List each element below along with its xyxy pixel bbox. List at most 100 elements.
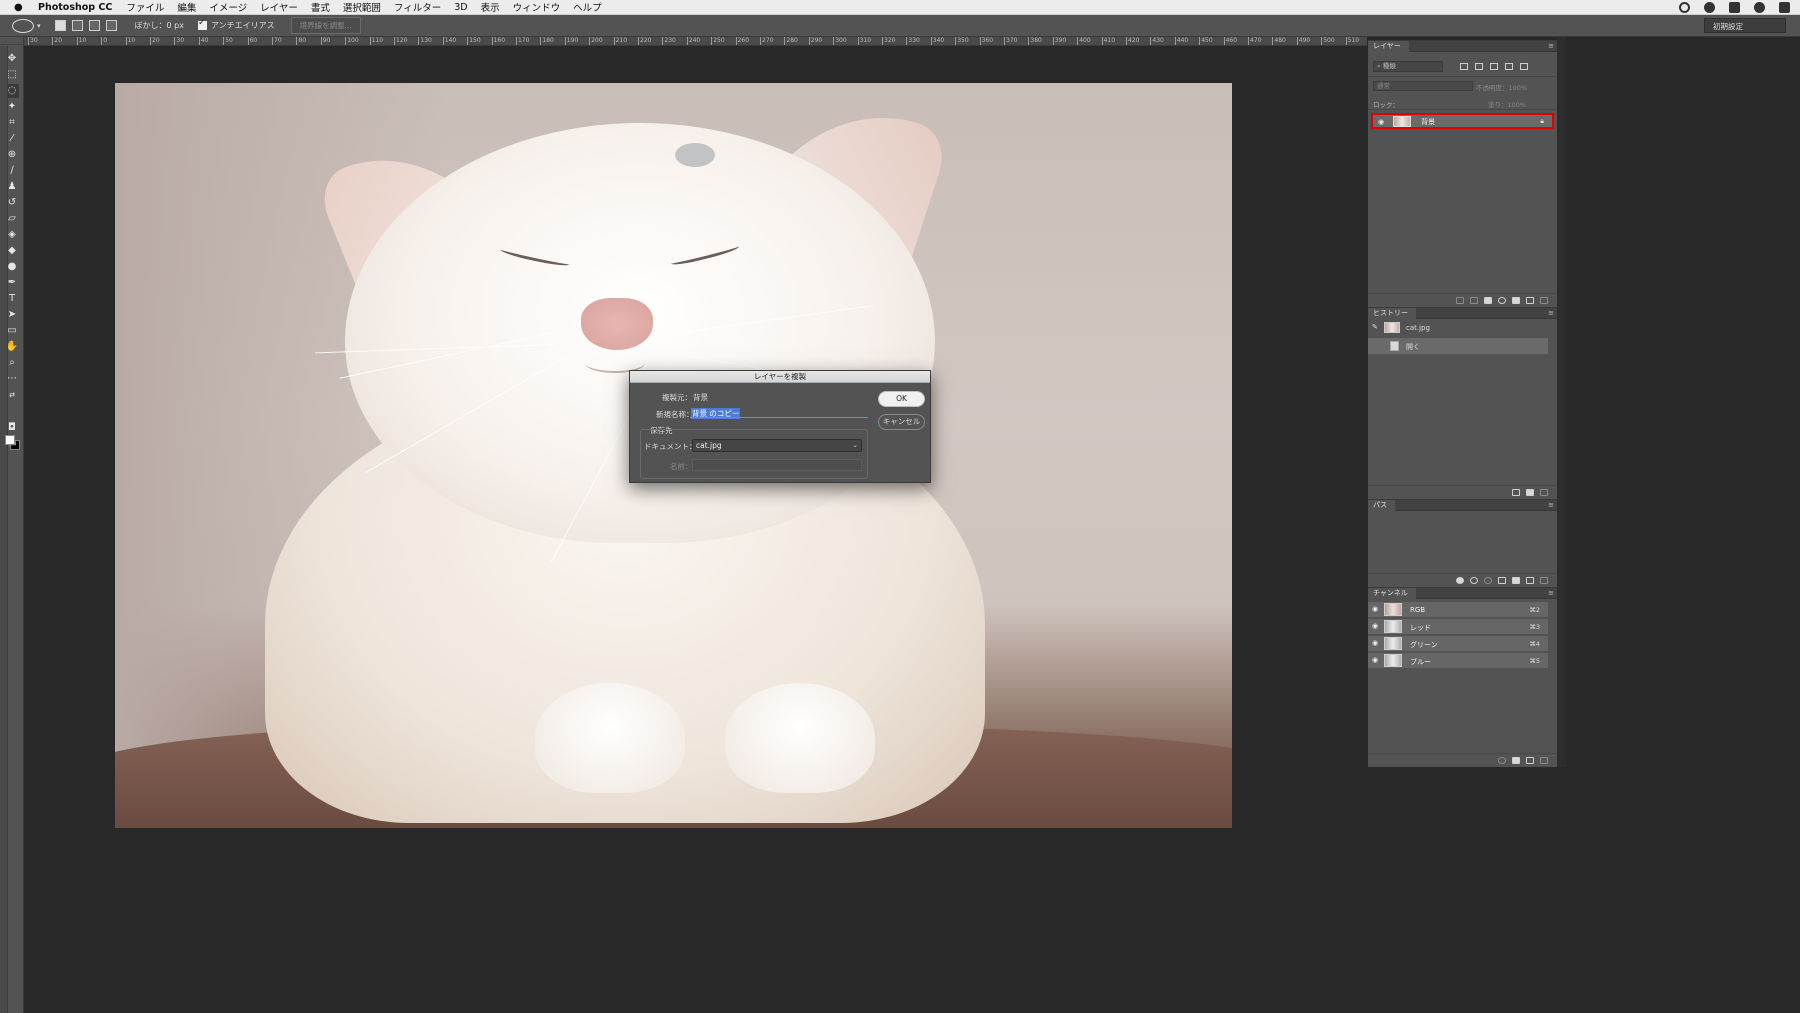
intersect-selection-mode-button[interactable] <box>105 20 117 31</box>
history-snapshot-row[interactable]: ✎ cat.jpg <box>1368 320 1548 336</box>
opacity-field[interactable]: 不透明度：100% <box>1476 82 1527 92</box>
menu-view[interactable]: 表示 <box>481 0 500 14</box>
menu-help[interactable]: ヘルプ <box>573 0 602 14</box>
new-snapshot-icon[interactable] <box>1526 489 1534 496</box>
lock-icon[interactable]: 🔒︎ <box>1540 117 1544 126</box>
adjustment-layer-icon[interactable] <box>1498 297 1506 304</box>
layer-filter-select[interactable]: ⌕ 種類 <box>1373 61 1443 72</box>
filter-adjustment-icon[interactable] <box>1475 63 1483 70</box>
new-document-from-state-icon[interactable] <box>1512 489 1520 496</box>
panel-dock-scrollbar[interactable] <box>1557 37 1566 767</box>
history-brush-source-icon[interactable]: ✎ <box>1372 323 1378 331</box>
volume-icon[interactable] <box>1704 2 1715 13</box>
history-state-row[interactable]: 開く <box>1368 338 1548 354</box>
delete-path-icon[interactable] <box>1540 577 1548 584</box>
delete-layer-icon[interactable] <box>1540 297 1548 304</box>
load-channel-as-selection-icon[interactable] <box>1498 757 1506 764</box>
cancel-button[interactable]: キャンセル <box>878 414 925 430</box>
menu-edit[interactable]: 編集 <box>177 0 196 14</box>
blend-mode-select[interactable]: 通常 <box>1373 81 1473 91</box>
chevron-down-icon[interactable]: ▾ <box>37 22 41 30</box>
tab-history[interactable]: ヒストリー <box>1368 308 1416 319</box>
menu-app-name[interactable]: Photoshop CC <box>38 2 112 13</box>
channel-row-green[interactable]: ◉ グリーン ⌘4 <box>1368 636 1548 652</box>
tab-paths[interactable]: パス <box>1368 500 1395 511</box>
panel-menu-icon[interactable]: ≡ <box>1548 42 1554 50</box>
filter-smart-object-icon[interactable] <box>1520 63 1528 70</box>
history-state-label: 開く <box>1406 343 1420 351</box>
layer-style-fx-icon[interactable] <box>1470 297 1478 304</box>
refine-edge-button[interactable]: 境界線を調整... <box>290 17 361 34</box>
ruler-tick-label: 20 <box>150 37 160 45</box>
layer-thumbnail <box>1393 116 1411 127</box>
ruler-tick-label: 10 <box>76 37 87 45</box>
visibility-eye-icon[interactable]: ◉ <box>1372 622 1378 630</box>
visibility-eye-icon[interactable]: ◉ <box>1378 118 1384 126</box>
layers-tab-bar: レイヤー ≡ <box>1368 41 1558 52</box>
visibility-eye-icon[interactable]: ◉ <box>1372 605 1378 613</box>
ruler-tick-label: 230 <box>662 37 676 45</box>
panel-menu-icon[interactable]: ≡ <box>1548 589 1554 597</box>
canvas-area[interactable] <box>24 46 1367 1013</box>
layer-row-background[interactable]: ◉ 背景 🔒︎ <box>1371 113 1554 129</box>
menu-layer[interactable]: レイヤー <box>260 0 298 14</box>
ruler-tick-label: 400 <box>1077 37 1091 45</box>
menu-3d[interactable]: 3D <box>454 2 467 13</box>
antialias-checkbox[interactable] <box>197 18 207 30</box>
menu-select[interactable]: 選択範囲 <box>343 0 381 14</box>
filter-shape-icon[interactable] <box>1505 63 1513 70</box>
menu-image[interactable]: イメージ <box>209 0 247 14</box>
new-selection-mode-button[interactable] <box>54 20 66 31</box>
delete-state-icon[interactable] <box>1540 489 1548 496</box>
subtract-selection-mode-button[interactable] <box>88 20 100 31</box>
link-layers-icon[interactable] <box>1456 297 1464 304</box>
make-work-path-icon[interactable] <box>1498 577 1506 584</box>
lasso-preset-icon[interactable] <box>12 18 34 33</box>
channel-row-red[interactable]: ◉ レッド ⌘3 <box>1368 619 1548 635</box>
menu-window[interactable]: ウィンドウ <box>513 0 561 14</box>
ok-button[interactable]: OK <box>878 391 925 407</box>
visibility-eye-icon[interactable]: ◉ <box>1372 639 1378 647</box>
save-selection-as-channel-icon[interactable] <box>1512 757 1520 764</box>
feather-field[interactable]: ぼかし：0 px <box>135 20 184 31</box>
document-select-value: cat.jpg <box>696 441 722 450</box>
ruler-tick-label: 480 <box>1272 37 1286 45</box>
dialog-title[interactable]: レイヤーを複製 <box>630 371 930 383</box>
menu-file[interactable]: ファイル <box>126 0 164 14</box>
visibility-eye-icon[interactable]: ◉ <box>1372 656 1378 664</box>
notification-list-icon[interactable] <box>1779 2 1790 13</box>
keyboard-input-icon[interactable] <box>1729 2 1740 13</box>
stroke-path-icon[interactable] <box>1470 577 1478 584</box>
new-channel-icon[interactable] <box>1526 757 1534 764</box>
menu-filter[interactable]: フィルター <box>394 0 441 14</box>
new-path-icon[interactable] <box>1526 577 1534 584</box>
panel-menu-icon[interactable]: ≡ <box>1548 501 1554 509</box>
document-select[interactable]: cat.jpg ⌄ <box>692 439 862 452</box>
fill-path-icon[interactable] <box>1456 577 1464 584</box>
load-path-as-selection-icon[interactable] <box>1484 577 1492 584</box>
menu-type[interactable]: 書式 <box>311 0 330 14</box>
channel-row-rgb[interactable]: ◉ RGB ⌘2 <box>1368 602 1548 618</box>
new-group-icon[interactable] <box>1512 297 1520 304</box>
history-panel: ヒストリー ≡ ✎ cat.jpg 開く <box>1368 307 1558 499</box>
filter-type-icon[interactable] <box>1490 63 1498 70</box>
photoshop-window: { "menubar": { "app_name": "Photoshop CC… <box>0 0 1800 1013</box>
add-mask-icon[interactable] <box>1484 297 1492 304</box>
workspace-switcher[interactable]: 初期設定 <box>1704 18 1786 33</box>
apple-icon[interactable]: ● <box>14 2 28 13</box>
delete-channel-icon[interactable] <box>1540 757 1548 764</box>
add-mask-icon[interactable] <box>1512 577 1520 584</box>
creative-cloud-icon[interactable] <box>1679 2 1690 13</box>
tab-channels[interactable]: チャンネル <box>1368 588 1416 599</box>
spotlight-search-icon[interactable] <box>1754 2 1765 13</box>
channel-row-blue[interactable]: ◉ ブルー ⌘5 <box>1368 653 1548 669</box>
foreground-color-swatch[interactable] <box>5 435 15 445</box>
new-layer-icon[interactable] <box>1526 297 1534 304</box>
fill-field[interactable]: 塗り：100% <box>1488 99 1526 109</box>
tab-layers[interactable]: レイヤー <box>1368 41 1409 52</box>
toolbar-grip[interactable] <box>0 37 23 45</box>
panel-menu-icon[interactable]: ≡ <box>1548 309 1554 317</box>
ruler-tick-label: 370 <box>1004 37 1018 45</box>
filter-pixel-icon[interactable] <box>1460 63 1468 70</box>
add-selection-mode-button[interactable] <box>71 20 83 31</box>
